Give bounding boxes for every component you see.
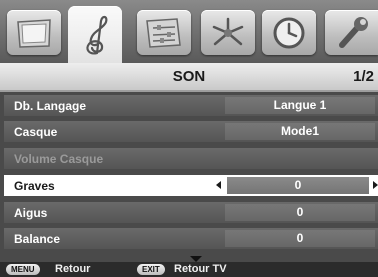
menu-item-label: Db. Langage (14, 99, 87, 113)
menu-item-aigus[interactable]: Aigus 0 (4, 202, 378, 223)
music-clef-icon (86, 15, 108, 54)
arrow-left-icon[interactable] (216, 181, 221, 189)
menu-item-label: Volume Casque (14, 152, 104, 166)
footer-hints: MENU Retour EXIT Retour TV (0, 262, 378, 277)
menu-key-label: Retour (55, 263, 91, 275)
exit-key-label: Retour TV (174, 263, 227, 275)
page-indicator: 1/2 (353, 68, 374, 85)
settings-sliders-icon (146, 17, 181, 48)
tab-timer[interactable] (262, 10, 316, 55)
tab-sound[interactable] (68, 6, 122, 63)
tab-connections[interactable] (201, 10, 255, 55)
menu-header: SON 1/2 (0, 63, 378, 92)
clock-icon (273, 17, 305, 48)
menu-tab-bar (0, 0, 378, 64)
menu-item-label: Casque (14, 125, 58, 139)
menu-item-balance[interactable]: Balance 0 (4, 228, 378, 249)
menu-item-db-langage[interactable]: Db. Langage Langue 1 (4, 95, 378, 116)
menu-item-value: 0 (227, 177, 369, 194)
arrow-right-icon[interactable] (373, 181, 378, 189)
exit-key-badge: EXIT (137, 264, 165, 275)
menu-item-volume-casque: Volume Casque (4, 148, 378, 169)
tab-setup[interactable] (325, 10, 378, 55)
menu-item-casque[interactable]: Casque Mode1 (4, 121, 378, 142)
picture-tv-icon (17, 18, 51, 48)
network-arrows-icon (212, 17, 244, 45)
menu-item-value: Mode1 (225, 123, 375, 140)
menu-item-value: 0 (225, 204, 375, 221)
page-title: SON (172, 68, 206, 85)
menu-item-label: Aigus (14, 206, 48, 220)
tab-picture[interactable] (7, 10, 61, 55)
menu-item-label: Balance (14, 232, 61, 246)
tab-settings[interactable] (137, 10, 191, 55)
menu-item-value: 0 (225, 230, 375, 247)
menu-item-value: Langue 1 (225, 97, 375, 114)
menu-item-graves[interactable]: Graves 0 (4, 175, 378, 196)
wrench-icon (338, 16, 368, 48)
menu-item-label: Graves (14, 179, 55, 193)
menu-key-badge: MENU (6, 264, 40, 275)
tv-osd-menu: SON 1/2 Db. Langage Langue 1 Casque Mode… (0, 0, 378, 277)
